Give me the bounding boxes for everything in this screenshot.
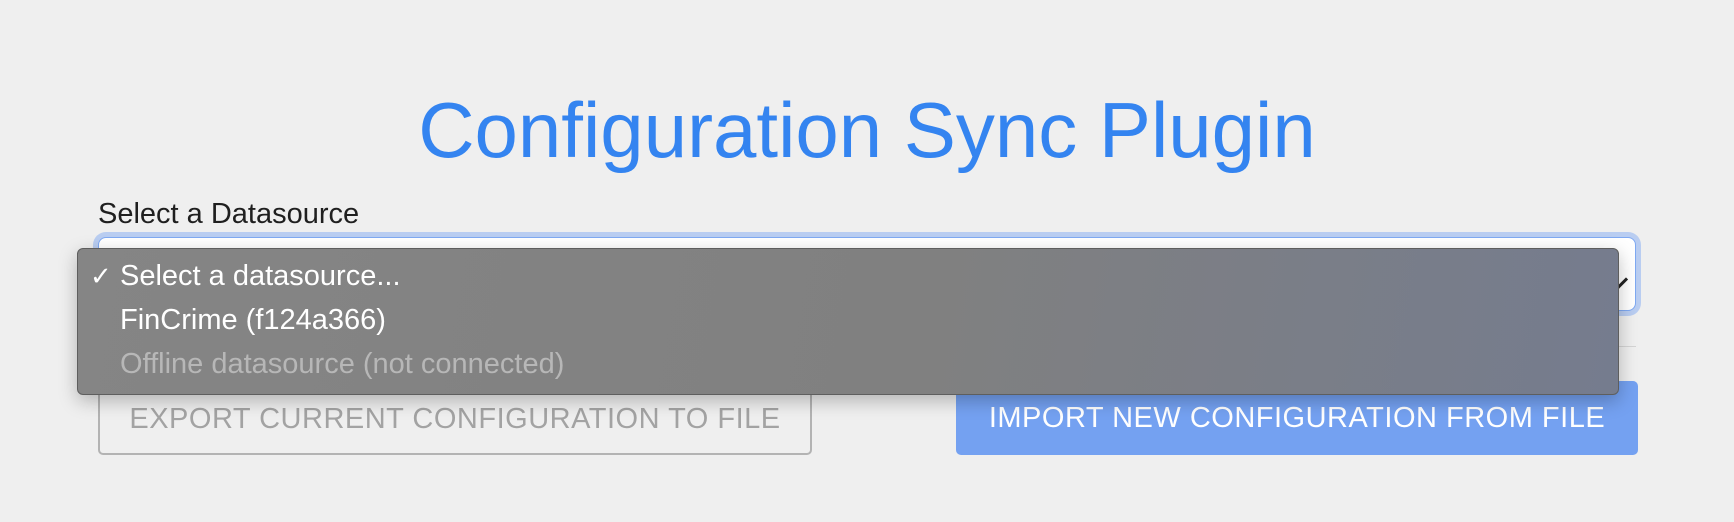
datasource-label: Select a Datasource [98,198,360,230]
option-label: FinCrime (f124a366) [120,304,386,336]
option-label: Offline datasource (not connected) [120,348,565,380]
checkmark-icon: ✓ [90,261,112,291]
option-label: Select a datasource... [120,260,401,292]
page-title: Configuration Sync Plugin [418,86,1316,174]
dropdown-option-fincrime[interactable]: FinCrime (f124a366) [78,298,1618,342]
dropdown-option-select-datasource[interactable]: ✓ Select a datasource... [78,254,1618,298]
dropdown-option-offline-datasource: Offline datasource (not connected) [78,342,1618,386]
datasource-dropdown-menu[interactable]: ✓ Select a datasource... FinCrime (f124a… [77,248,1619,395]
page: Configuration Sync Plugin Select a Datas… [0,0,1734,522]
